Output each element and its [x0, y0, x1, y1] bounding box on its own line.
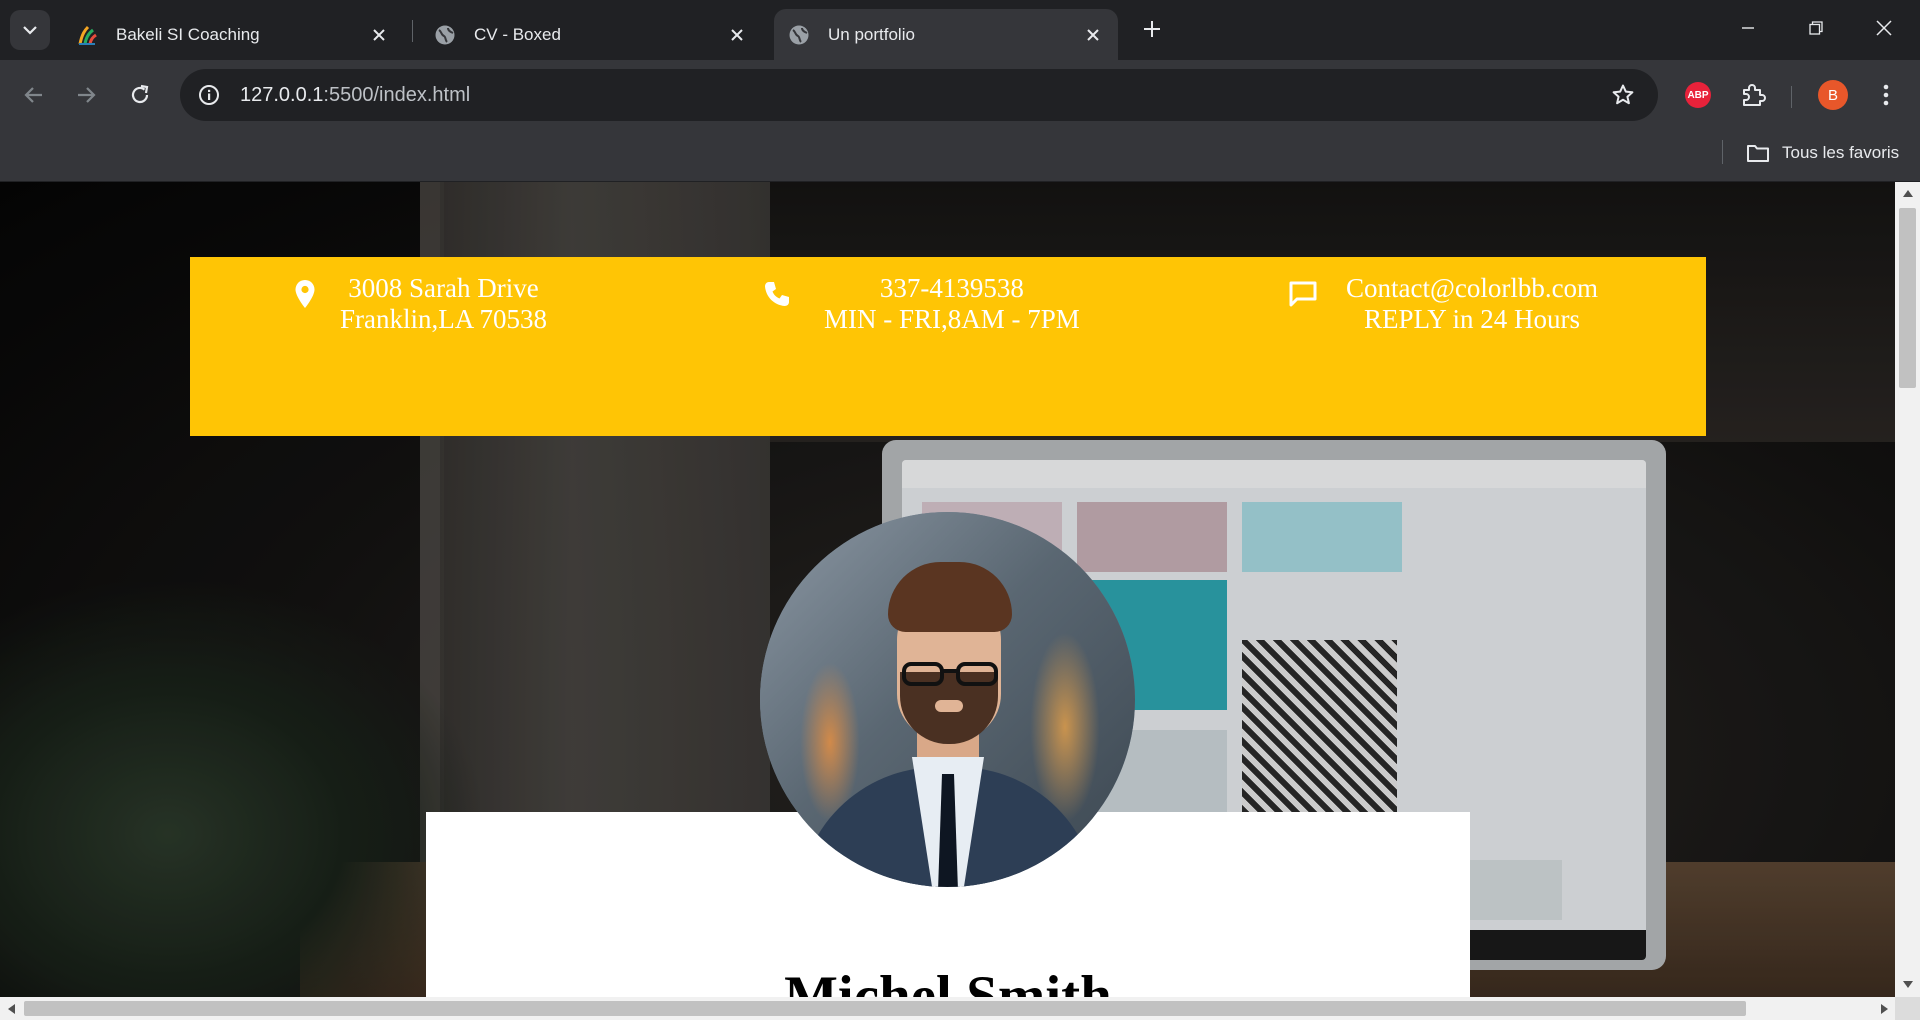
- scroll-left-arrow-icon[interactable]: [0, 997, 22, 1020]
- photo-glasses: [902, 662, 998, 686]
- toolbar-divider: [1791, 86, 1792, 108]
- folder-icon: [1747, 145, 1769, 162]
- adblock-icon: ABP: [1685, 82, 1711, 108]
- scroll-right-arrow-icon[interactable]: [1873, 997, 1895, 1020]
- reload-icon: [131, 84, 149, 104]
- minimize-button[interactable]: [1732, 12, 1764, 44]
- back-button[interactable]: [12, 73, 56, 117]
- forward-button[interactable]: [64, 73, 108, 117]
- tab-title: CV - Boxed: [474, 24, 561, 44]
- chat-bubble-icon: [1288, 279, 1318, 309]
- contact-email-line2: REPLY in 24 Hours: [1364, 304, 1581, 334]
- arrow-left-icon: [24, 87, 42, 103]
- phone-icon: [762, 279, 792, 309]
- tab-title: Bakeli SI Coaching: [116, 24, 260, 44]
- tab-cv-boxed[interactable]: CV - Boxed: [420, 9, 762, 60]
- contact-email: Contact@colorlbb.com REPLY in 24 Hours: [1288, 273, 1598, 335]
- contact-address-text: 3008 Sarah Drive Franklin,LA 70538: [340, 273, 547, 335]
- url-host: 127.0.0.1: [240, 83, 324, 106]
- contact-address-line2: Franklin,LA 70538: [340, 304, 547, 334]
- new-tab-button[interactable]: [1136, 13, 1168, 45]
- contact-phone: 337-4139538 MIN - FRI,8AM - 7PM: [762, 273, 1080, 335]
- tab-strip: Bakeli SI Coaching CV - Boxed Un portfol…: [0, 0, 1920, 60]
- url-path: :5500/index.html: [323, 83, 471, 106]
- profile-name: Michel Smith: [784, 965, 1112, 997]
- globe-icon: [788, 24, 810, 46]
- horizontal-scroll-thumb[interactable]: [24, 1001, 1746, 1016]
- puzzle-icon: [1743, 84, 1766, 106]
- arrow-right-icon: [78, 87, 96, 103]
- vertical-scrollbar[interactable]: [1895, 182, 1920, 997]
- all-bookmarks-label: Tous les favoris: [1782, 143, 1900, 162]
- page-viewport: 3008 Sarah Drive Franklin,LA 70538 337-4…: [0, 182, 1895, 997]
- avatar: B: [1818, 80, 1848, 110]
- contact-email-line1[interactable]: Contact@colorlbb.com: [1346, 273, 1598, 304]
- address-bar[interactable]: 127.0.0.1:5500/index.html: [180, 69, 1658, 121]
- adblock-extension-button[interactable]: ABP: [1680, 77, 1716, 113]
- restore-button[interactable]: [1800, 12, 1832, 44]
- contact-address: 3008 Sarah Drive Franklin,LA 70538: [290, 273, 547, 335]
- tab-title: Un portfolio: [828, 24, 915, 44]
- globe-icon: [434, 24, 456, 46]
- tab-bakeli[interactable]: Bakeli SI Coaching: [62, 9, 404, 60]
- horizontal-scrollbar[interactable]: [0, 997, 1895, 1020]
- url-text[interactable]: 127.0.0.1:5500/index.html: [240, 84, 1606, 107]
- location-pin-icon: [290, 279, 320, 309]
- minimize-icon: [1742, 27, 1754, 29]
- close-icon[interactable]: [726, 24, 748, 46]
- extensions-button[interactable]: [1735, 77, 1771, 113]
- scroll-down-arrow-icon[interactable]: [1895, 973, 1920, 995]
- contact-email-text: Contact@colorlbb.com REPLY in 24 Hours: [1346, 273, 1598, 335]
- bookmarks-divider: [1722, 140, 1723, 164]
- close-icon[interactable]: [368, 24, 390, 46]
- close-icon: [1876, 20, 1892, 36]
- site-info-icon[interactable]: [192, 78, 226, 112]
- plus-icon: [1144, 21, 1160, 37]
- reload-button[interactable]: [118, 73, 162, 117]
- tab-un-portfolio[interactable]: Un portfolio: [774, 9, 1118, 60]
- kebab-menu-icon: [1883, 84, 1889, 106]
- close-icon[interactable]: [1082, 24, 1104, 46]
- profile-button[interactable]: B: [1815, 77, 1851, 113]
- bookmarks-bar: Tous les favoris: [0, 130, 1920, 182]
- scrollbar-corner: [1895, 997, 1920, 1020]
- menu-button[interactable]: [1868, 77, 1904, 113]
- contact-address-line1: 3008 Sarah Drive: [348, 273, 539, 303]
- photo-mouth: [935, 700, 963, 712]
- contact-phone-line2: MIN - FRI,8AM - 7PM: [824, 304, 1080, 334]
- all-bookmarks-button[interactable]: Tous les favoris: [1746, 138, 1899, 168]
- close-window-button[interactable]: [1868, 12, 1900, 44]
- profile-photo: [760, 512, 1135, 887]
- contact-band: 3008 Sarah Drive Franklin,LA 70538 337-4…: [190, 257, 1706, 436]
- browser-toolbar: 127.0.0.1:5500/index.html ABP B: [0, 60, 1920, 130]
- vertical-scroll-thumb[interactable]: [1899, 208, 1916, 388]
- bookmark-star-icon[interactable]: [1606, 78, 1640, 112]
- contact-phone-text: 337-4139538 MIN - FRI,8AM - 7PM: [824, 273, 1080, 335]
- tab-separator: [412, 20, 413, 42]
- scroll-up-arrow-icon[interactable]: [1895, 182, 1920, 204]
- bakeli-logo-icon: [76, 24, 98, 46]
- contact-phone-line1: 337-4139538: [879, 273, 1024, 303]
- chevron-down-icon: [23, 26, 37, 35]
- tab-search-button[interactable]: [10, 10, 50, 50]
- restore-icon: [1809, 21, 1823, 35]
